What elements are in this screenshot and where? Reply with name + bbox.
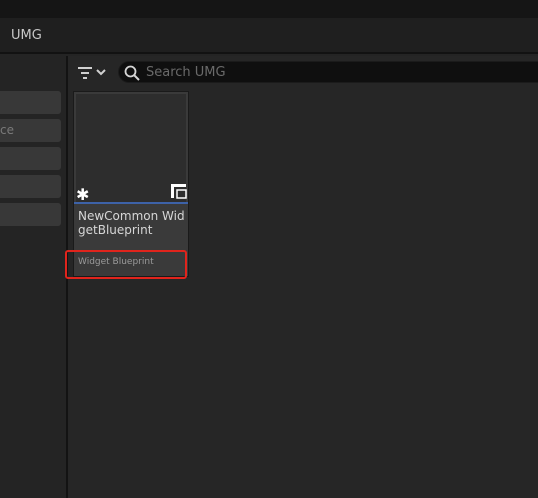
chevron-down-icon (96, 69, 106, 76)
asset-type-color-bar (74, 202, 188, 204)
folder-tree-panel: ce (0, 56, 66, 498)
folder-tree-item[interactable] (0, 175, 61, 198)
widget-blueprint-icon (171, 184, 187, 199)
filter-icon (78, 67, 92, 79)
folder-tree-item[interactable] (0, 147, 61, 170)
folder-tree-item[interactable] (0, 203, 61, 226)
search-box[interactable] (118, 61, 538, 83)
folder-tree-item[interactable]: ce (0, 119, 61, 142)
search-input[interactable] (146, 62, 526, 82)
panel-tab-bar: UMG (0, 18, 538, 54)
search-icon (124, 65, 140, 81)
unsaved-asterisk-icon: ✱ (76, 185, 90, 204)
top-bar (0, 0, 538, 18)
folder-tree-item[interactable] (0, 91, 61, 114)
folder-tree-item-label: ce (0, 123, 14, 137)
asset-name: NewCommon WidgetBlueprint (78, 209, 185, 237)
highlight-box (65, 250, 187, 279)
filter-button[interactable] (76, 63, 110, 83)
asset-thumbnail (76, 94, 186, 202)
panel-title: UMG (11, 28, 42, 43)
